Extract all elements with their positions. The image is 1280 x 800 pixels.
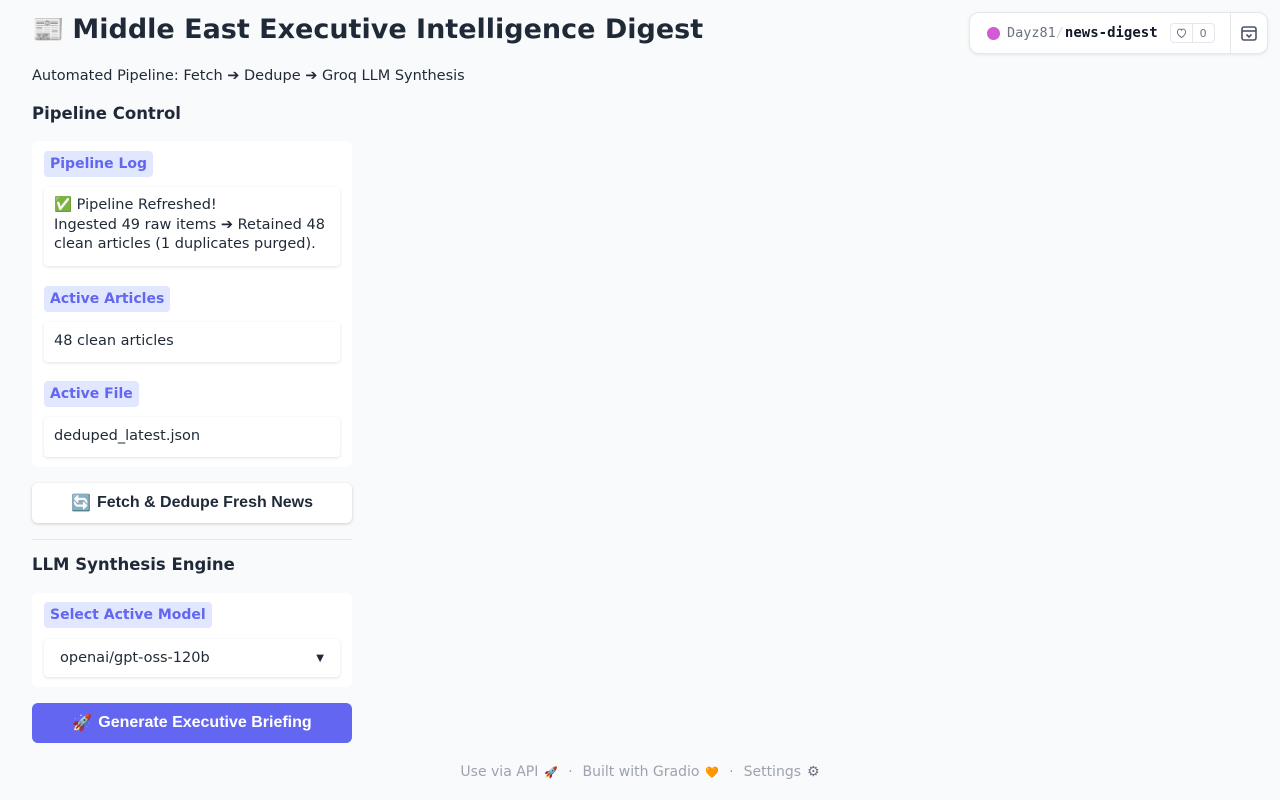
built-with-gradio-link[interactable]: Built with Gradio 🧡 bbox=[583, 764, 720, 780]
model-select[interactable]: openai/gpt-oss-120b ▼ bbox=[44, 639, 340, 677]
page-title-text: Middle East Executive Intelligence Diges… bbox=[72, 14, 704, 45]
pipeline-control-heading: Pipeline Control bbox=[32, 104, 181, 123]
footer: Use via API 🚀 · Built with Gradio 🧡 · Se… bbox=[0, 764, 1280, 780]
section-divider bbox=[32, 539, 352, 540]
rocket-icon: 🚀 bbox=[544, 765, 559, 779]
fetch-dedupe-button[interactable]: 🔄 Fetch & Dedupe Fresh News bbox=[32, 483, 352, 523]
page-subtitle: Automated Pipeline: Fetch ➔ Dedupe ➔ Gro… bbox=[32, 68, 465, 84]
generate-briefing-button-label: Generate Executive Briefing bbox=[98, 714, 312, 731]
space-path-separator: / bbox=[1055, 25, 1064, 41]
pipeline-log-label: Pipeline Log bbox=[44, 151, 154, 177]
llm-engine-panel: Select Active Model openai/gpt-oss-120b … bbox=[32, 593, 352, 687]
use-via-api-link[interactable]: Use via API 🚀 bbox=[460, 764, 558, 780]
generate-briefing-button[interactable]: 🚀 Generate Executive Briefing bbox=[32, 703, 352, 743]
pipeline-log-status: ✅ Pipeline Refreshed! bbox=[54, 197, 217, 213]
like-count: 0 bbox=[1199, 26, 1207, 40]
settings-label: Settings bbox=[743, 764, 801, 780]
pipeline-control-panel: Pipeline Log ✅ Pipeline Refreshed! Inges… bbox=[32, 141, 352, 467]
newspaper-icon: 📰 bbox=[32, 14, 65, 45]
space-badge: Dayz81 / news-digest 0 bbox=[969, 12, 1268, 54]
pipeline-log-output: ✅ Pipeline Refreshed! Ingested 49 raw it… bbox=[44, 187, 340, 266]
use-via-api-label: Use via API bbox=[460, 764, 539, 780]
active-articles-value: 48 clean articles bbox=[44, 322, 340, 362]
model-select-label: Select Active Model bbox=[44, 602, 212, 628]
footer-separator: · bbox=[568, 764, 573, 780]
refresh-icon: 🔄 bbox=[71, 495, 91, 512]
active-articles-label: Active Articles bbox=[44, 286, 171, 312]
active-file-value: deduped_latest.json bbox=[44, 417, 340, 457]
like-button[interactable]: 0 bbox=[1169, 23, 1215, 43]
gradio-logo-icon: 🧡 bbox=[705, 765, 720, 779]
badge-divider bbox=[1230, 13, 1231, 53]
pipeline-log-details: Ingested 49 raw items ➔ Retained 48 clea… bbox=[54, 216, 325, 253]
avatar[interactable] bbox=[987, 26, 1000, 40]
expand-icon[interactable] bbox=[1240, 25, 1258, 41]
space-owner-link[interactable]: Dayz81 bbox=[1007, 25, 1056, 41]
fetch-dedupe-button-label: Fetch & Dedupe Fresh News bbox=[96, 494, 313, 511]
rocket-icon: 🚀 bbox=[72, 715, 93, 732]
space-repo-link[interactable]: news-digest bbox=[1065, 25, 1158, 41]
page-title: 📰 Middle East Executive Intelligence Dig… bbox=[32, 14, 703, 45]
footer-separator: · bbox=[729, 764, 734, 780]
heart-icon bbox=[1171, 24, 1193, 42]
chevron-down-icon: ▼ bbox=[316, 652, 324, 664]
active-file-label: Active File bbox=[44, 381, 139, 407]
built-with-gradio-label: Built with Gradio bbox=[582, 764, 700, 780]
gear-icon: ⚙ bbox=[807, 764, 820, 780]
settings-link[interactable]: Settings ⚙ bbox=[744, 764, 820, 780]
model-select-value: openai/gpt-oss-120b bbox=[60, 650, 210, 666]
llm-engine-heading: LLM Synthesis Engine bbox=[32, 555, 235, 574]
